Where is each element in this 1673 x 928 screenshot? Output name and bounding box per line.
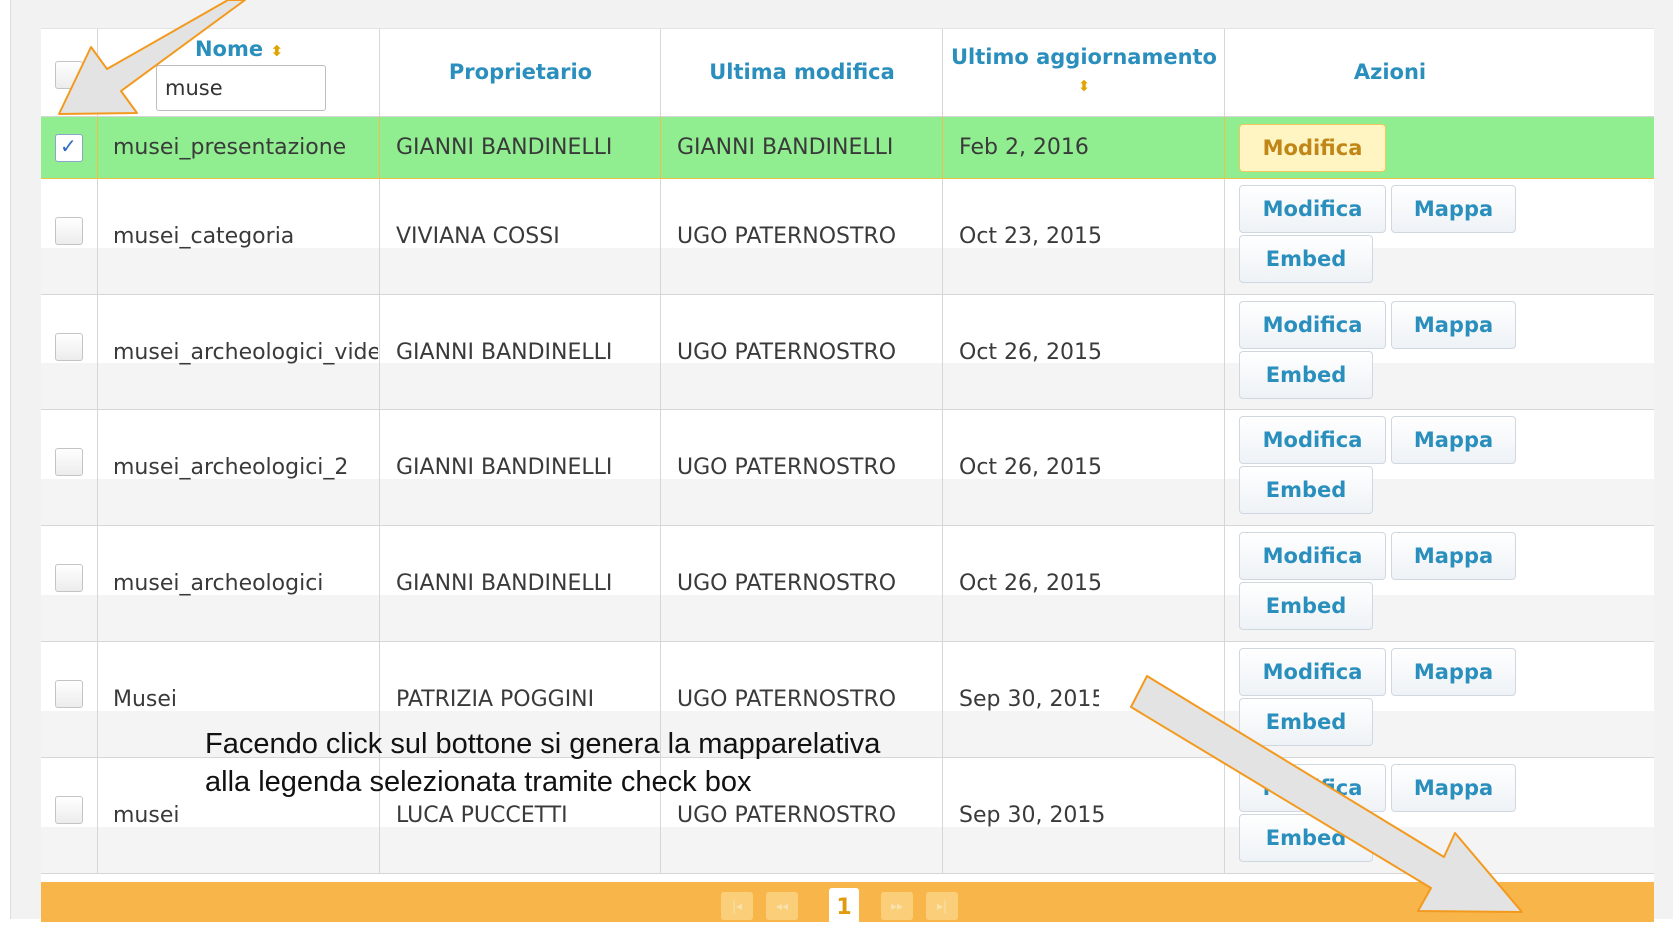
annotation-arrows <box>58 0 1523 913</box>
arrow-to-checkbox <box>58 0 246 115</box>
arrow-to-map-button <box>1130 675 1523 913</box>
